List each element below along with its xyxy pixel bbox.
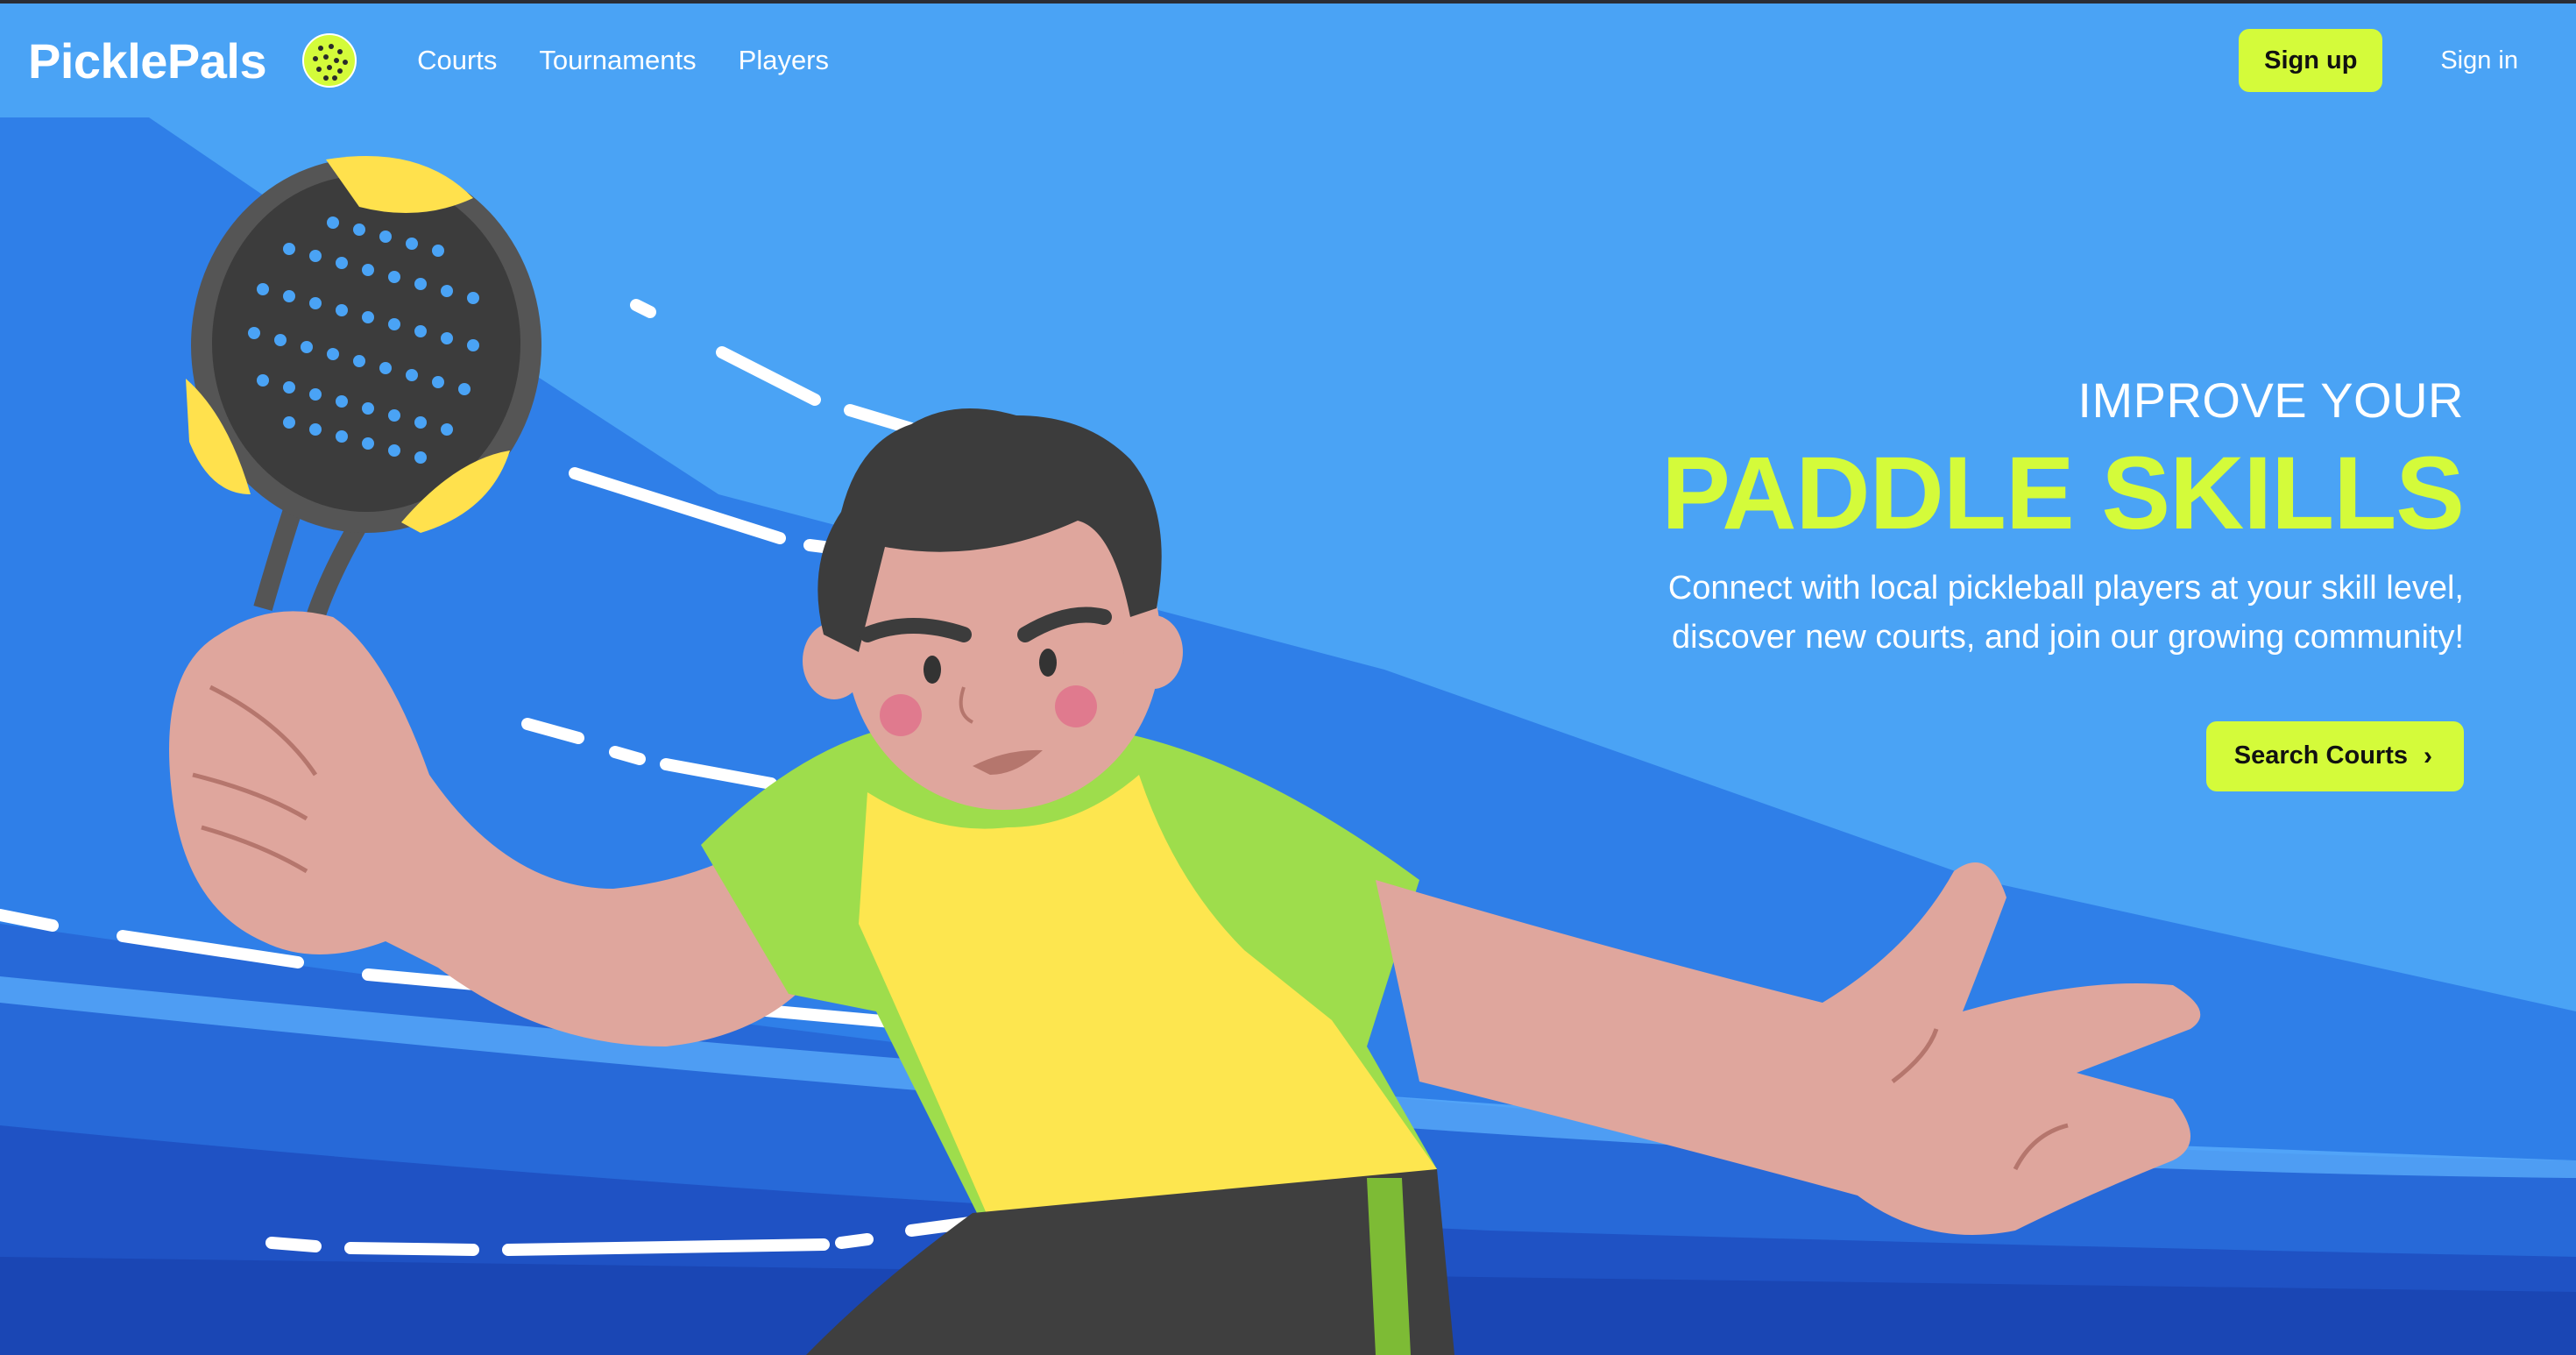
- hero-headline: PADDLE SKILLS: [1661, 436, 2465, 551]
- auth-actions: Sign up Sign in: [2239, 29, 2548, 92]
- site-logo[interactable]: PicklePals: [28, 32, 267, 89]
- signin-link[interactable]: Sign in: [2440, 46, 2518, 75]
- chevron-right-icon: ›: [2424, 741, 2432, 770]
- page: PicklePals Courts Tournaments Players Si…: [0, 4, 2576, 1355]
- hero-subcopy: Connect with local pickleball players at…: [1500, 564, 2464, 662]
- nav-link-courts[interactable]: Courts: [417, 45, 497, 76]
- search-courts-label: Search Courts: [2233, 741, 2408, 770]
- navbar: PicklePals Courts Tournaments Players Si…: [0, 4, 2576, 117]
- hero-content: IMPROVE YOUR PADDLE SKILLS Connect with …: [1500, 372, 2465, 791]
- hero-eyebrow: IMPROVE YOUR: [2077, 372, 2464, 428]
- nav-link-tournaments[interactable]: Tournaments: [539, 45, 696, 76]
- pickleball-icon: [302, 33, 357, 88]
- nav-link-players[interactable]: Players: [739, 45, 829, 76]
- hero-subcopy-line-2: discover new courts, and join our growin…: [1672, 618, 2464, 656]
- hero-subcopy-line-1: Connect with local pickleball players at…: [1667, 569, 2464, 607]
- main-nav: Courts Tournaments Players: [417, 45, 871, 76]
- search-courts-button[interactable]: Search Courts ›: [2205, 720, 2464, 791]
- signup-button[interactable]: Sign up: [2239, 29, 2383, 92]
